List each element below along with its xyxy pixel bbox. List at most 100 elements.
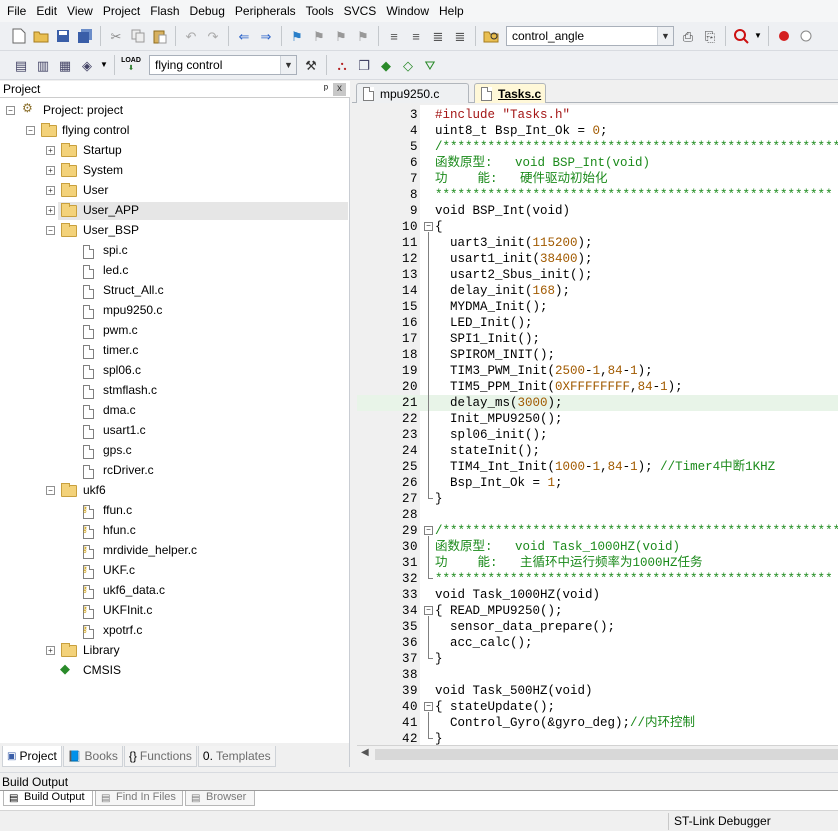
collapse-toggle[interactable]: − <box>46 486 55 495</box>
batch-dropdown-icon[interactable]: ▼ <box>99 55 109 75</box>
fold-toggle-icon[interactable]: − <box>424 606 433 615</box>
find-in-files-icon[interactable] <box>481 26 501 46</box>
new-file-icon[interactable] <box>9 26 29 46</box>
menu-debug[interactable]: Debug <box>185 0 230 22</box>
tab-project[interactable]: ▣ Project <box>2 746 62 767</box>
translate-icon[interactable]: ▤ <box>11 55 31 75</box>
tree-file-item[interactable]: dma.c <box>103 403 136 417</box>
chevron-down-icon[interactable]: ▼ <box>280 56 296 74</box>
fold-toggle-icon[interactable]: − <box>424 222 433 231</box>
group-library[interactable]: Library <box>83 643 120 657</box>
tree-file-item[interactable]: Struct_All.c <box>103 283 164 297</box>
tab-functions[interactable]: {} Functions <box>123 746 197 767</box>
menu-project[interactable]: Project <box>98 0 145 22</box>
find-icon[interactable]: ⎘ <box>700 26 720 46</box>
tree-file-item[interactable]: hfun.c <box>103 523 136 537</box>
expand-toggle[interactable]: + <box>46 206 55 215</box>
build-icon[interactable]: ▥ <box>33 55 53 75</box>
collapse-toggle[interactable]: − <box>6 106 15 115</box>
collapse-toggle[interactable]: − <box>46 226 55 235</box>
redo-icon[interactable]: ↷ <box>203 26 223 46</box>
pack-update-icon[interactable]: ⛛ <box>420 55 440 75</box>
tree-file-item[interactable]: UKF.c <box>103 563 135 577</box>
menu-window[interactable]: Window <box>381 0 434 22</box>
menu-file[interactable]: File <box>2 0 31 22</box>
copy-icon[interactable] <box>128 26 148 46</box>
menu-flash[interactable]: Flash <box>145 0 184 22</box>
menu-svcs[interactable]: SVCS <box>339 0 382 22</box>
debug-dropdown-icon[interactable]: ▼ <box>753 26 763 46</box>
rebuild-icon[interactable]: ▦ <box>55 55 75 75</box>
tree-file-item[interactable]: spi.c <box>103 243 128 257</box>
scroll-thumb[interactable] <box>375 749 838 760</box>
bookmark-icon[interactable]: ⚑ <box>287 26 307 46</box>
target-label[interactable]: flying control <box>62 123 129 137</box>
pin-icon[interactable]: ᵖ <box>324 81 328 97</box>
debug-session-icon[interactable] <box>731 26 751 46</box>
save-icon[interactable] <box>53 26 73 46</box>
tree-file-item[interactable]: stmflash.c <box>103 383 157 397</box>
group-user-bsp[interactable]: User_BSP <box>83 223 139 237</box>
nav-back-icon[interactable]: ⇐ <box>234 26 254 46</box>
manage-project-items-icon[interactable]: ⛬ <box>332 55 352 75</box>
chevron-down-icon[interactable]: ▼ <box>657 27 673 45</box>
pack-installer-icon[interactable]: ◇ <box>398 55 418 75</box>
tab-books[interactable]: 📘 Books <box>62 746 123 767</box>
tree-file-item[interactable]: mpu9250.c <box>103 303 162 317</box>
unindent-icon[interactable]: ≡ <box>406 26 426 46</box>
bookmark-next-icon[interactable]: ⚑ <box>331 26 351 46</box>
fold-toggle-icon[interactable]: − <box>424 526 433 535</box>
project-root-label[interactable]: Project: project <box>43 103 123 117</box>
code-editor[interactable]: 3 #include "Tasks.h" 4 uint8_t Bsp_Int_Ok =… <box>357 105 838 745</box>
expand-toggle[interactable]: + <box>46 646 55 655</box>
tree-file-item[interactable]: led.c <box>103 263 128 277</box>
tree-file-item[interactable]: usart1.c <box>103 423 146 437</box>
group-startup[interactable]: Startup <box>83 143 122 157</box>
menu-help[interactable]: Help <box>434 0 469 22</box>
target-combo[interactable]: flying control ▼ <box>149 55 297 75</box>
expand-toggle[interactable]: + <box>46 146 55 155</box>
batch-build-icon[interactable]: ◈ <box>77 55 97 75</box>
tree-file-item[interactable]: gps.c <box>103 443 132 457</box>
group-user-app[interactable]: User_APP <box>83 203 139 217</box>
tree-file-item[interactable]: pwm.c <box>103 323 138 337</box>
tree-file-item[interactable]: ffun.c <box>103 503 132 517</box>
incremental-find-icon[interactable]: ⎙ <box>678 26 698 46</box>
tab-tasks[interactable]: Tasks.c <box>474 83 546 103</box>
menu-tools[interactable]: Tools <box>301 0 339 22</box>
tree-file-item[interactable]: mrdivide_helper.c <box>103 543 197 557</box>
tree-file-item[interactable]: rcDriver.c <box>103 463 154 477</box>
expand-toggle[interactable]: + <box>46 166 55 175</box>
tab-build-output[interactable]: ▤ Build Output <box>3 791 93 806</box>
indent-icon[interactable]: ≡ <box>384 26 404 46</box>
collapse-toggle[interactable]: − <box>26 126 35 135</box>
group-cmsis[interactable]: CMSIS <box>83 663 121 677</box>
expand-toggle[interactable]: + <box>46 186 55 195</box>
scroll-left-icon[interactable]: ◀ <box>361 747 369 758</box>
menu-edit[interactable]: Edit <box>31 0 62 22</box>
tab-find-in-files[interactable]: ▤ Find In Files <box>95 791 183 806</box>
bookmark-clear-icon[interactable]: ⚑ <box>353 26 373 46</box>
manage-runtime-icon[interactable]: ◆ <box>376 55 396 75</box>
horizontal-scrollbar[interactable]: ◀ <box>357 745 838 762</box>
tree-file-item[interactable]: timer.c <box>103 343 138 357</box>
tree-file-item[interactable]: spl06.c <box>103 363 141 377</box>
close-icon[interactable]: x <box>333 83 346 96</box>
select-packs-icon[interactable]: ❐ <box>354 55 374 75</box>
paste-icon[interactable] <box>150 26 170 46</box>
find-combo[interactable]: control_angle ▼ <box>506 26 674 46</box>
menu-peripherals[interactable]: Peripherals <box>230 0 301 22</box>
group-user[interactable]: User <box>83 183 108 197</box>
undo-icon[interactable]: ↶ <box>181 26 201 46</box>
open-folder-icon[interactable] <box>31 26 51 46</box>
tree-file-item[interactable]: ukf6_data.c <box>103 583 165 597</box>
menu-view[interactable]: View <box>62 0 98 22</box>
bookmark-prev-icon[interactable]: ⚑ <box>309 26 329 46</box>
tab-templates[interactable]: 0. Templates <box>197 746 276 767</box>
group-ukf6[interactable]: ukf6 <box>83 483 106 497</box>
comment-icon[interactable]: ≣ <box>428 26 448 46</box>
group-system[interactable]: System <box>83 163 123 177</box>
tree-file-item[interactable]: xpotrf.c <box>103 623 142 637</box>
tree-file-item[interactable]: UKFInit.c <box>103 603 152 617</box>
cut-icon[interactable]: ✂ <box>106 26 126 46</box>
